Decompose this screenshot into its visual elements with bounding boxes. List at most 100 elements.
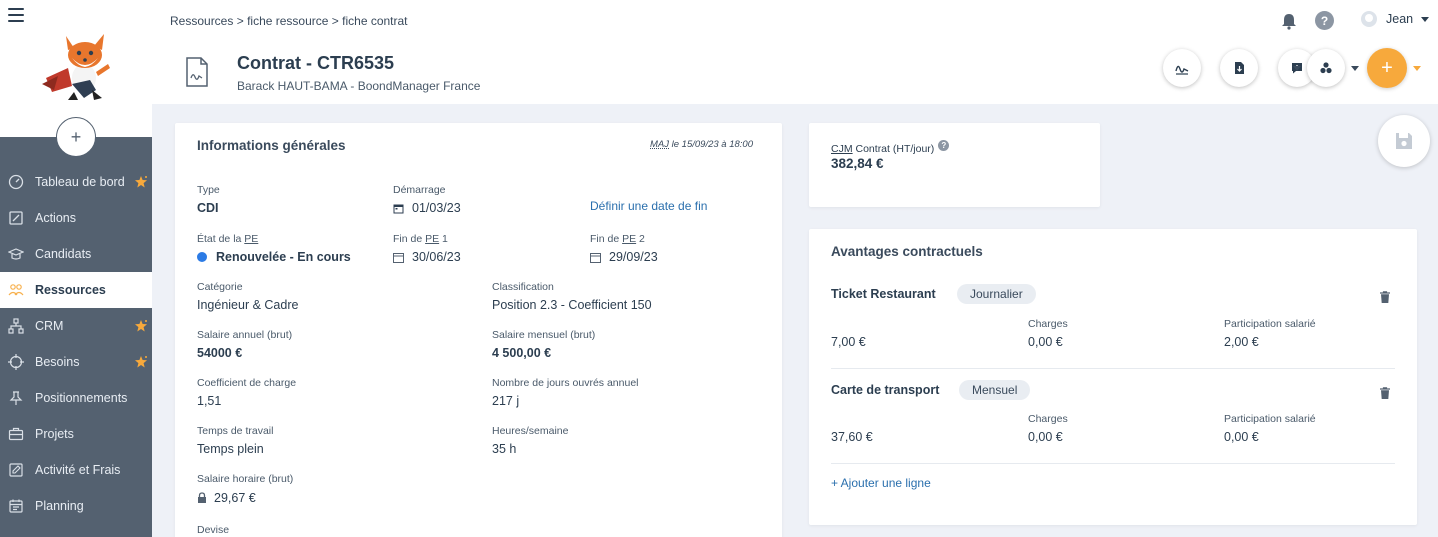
top-header: Ressources > fiche ressource > fiche con… <box>152 0 1438 104</box>
page-subtitle: Barack HAUT-BAMA - BoondManager France <box>237 79 481 93</box>
quick-add-button[interactable]: + <box>56 117 96 157</box>
calendar-icon <box>393 204 404 214</box>
add-line-link[interactable]: + Ajouter une ligne <box>831 476 931 490</box>
sidebar: + Tableau de bord Actions Candidats Ress… <box>0 0 152 537</box>
divider <box>831 368 1395 369</box>
pe2-end-label: Fin de PE 2 <box>590 233 645 245</box>
employee-share-label: Participation salarié <box>1224 413 1316 425</box>
last-update-text: MAJ le 15/09/23 à 18:00 <box>650 139 753 150</box>
calendar-icon <box>9 499 23 513</box>
sidebar-item-besoins[interactable]: Besoins <box>0 344 152 380</box>
general-info-card: Informations générales MAJ le 15/09/23 à… <box>175 123 782 537</box>
hourly-salary-label: Salaire horaire (brut) <box>197 473 294 485</box>
pdf-export-button[interactable] <box>1220 49 1258 87</box>
benefit-amount: 37,60 € <box>831 430 873 444</box>
page-title: Contrat - CTR6535 <box>237 53 395 73</box>
sidebar-item-label: CRM <box>35 319 64 333</box>
working-time-value: Temps plein <box>197 442 264 456</box>
set-end-date-link[interactable]: Définir une date de fin <box>590 199 707 213</box>
pe1-end-value: 30/06/23 <box>412 250 461 264</box>
pe1-end-label: Fin de PE 1 <box>393 233 448 245</box>
chevron-down-icon <box>1421 16 1430 22</box>
apps-button[interactable] <box>1307 49 1345 87</box>
working-time-label: Temps de travail <box>197 425 274 437</box>
annual-salary-value: 54000 € <box>197 346 243 360</box>
star-icon <box>135 320 147 332</box>
contract-benefits-card: Avantages contractuels Ticket Restaurant… <box>809 229 1417 525</box>
sidebar-item-label: Ressources <box>35 283 106 297</box>
employee-share-value: 2,00 € <box>1224 335 1259 349</box>
pe2-end-label-suffix: 2 <box>636 233 645 245</box>
sidebar-item-planning[interactable]: Planning <box>0 488 152 524</box>
breadcrumb-separator: > <box>331 14 339 28</box>
people-icon <box>8 284 24 296</box>
signature-icon <box>1175 65 1189 75</box>
breadcrumb: Ressources > fiche ressource > fiche con… <box>170 14 408 28</box>
pe2-end-field[interactable]: 29/09/23 <box>590 250 658 264</box>
divider <box>831 463 1395 464</box>
sidebar-item-projets[interactable]: Projets <box>0 416 152 452</box>
classification-value: Position 2.3 - Coefficient 150 <box>492 298 652 312</box>
benefit-amount: 7,00 € <box>831 335 866 349</box>
help-icon[interactable]: ? <box>938 140 950 151</box>
annual-salary-label: Salaire annuel (brut) <box>197 329 293 341</box>
pe-state-text: Renouvelée - En cours <box>216 250 351 264</box>
breadcrumb-ressources[interactable]: Ressources <box>170 14 233 28</box>
help-icon[interactable]: ? <box>1315 11 1334 30</box>
charges-value: 0,00 € <box>1028 430 1063 444</box>
sidebar-item-actions[interactable]: Actions <box>0 200 152 236</box>
pe1-end-field[interactable]: 30/06/23 <box>393 250 461 264</box>
sidebar-item-positionnements[interactable]: Positionnements <box>0 380 152 416</box>
file-download-icon <box>1235 62 1244 74</box>
bell-icon[interactable] <box>1280 12 1298 30</box>
benefit-period-badge: Mensuel <box>959 380 1031 400</box>
save-button[interactable] <box>1378 115 1430 167</box>
lock-icon <box>198 492 206 503</box>
classification-label: Classification <box>492 281 554 293</box>
pin-icon <box>9 391 23 405</box>
sidebar-item-crm[interactable]: CRM <box>0 308 152 344</box>
sidebar-nav: Tableau de bord Actions Candidats Ressou… <box>0 164 152 524</box>
cjm-value: 382,84 € <box>831 156 884 171</box>
fox-mascot-logo <box>42 34 110 100</box>
charge-coefficient-value: 1,51 <box>197 394 222 408</box>
working-days-label: Nombre de jours ouvrés annuel <box>492 377 639 389</box>
pe-abbr: PE <box>425 233 440 245</box>
add-dropdown-arrow[interactable] <box>1413 66 1421 71</box>
sidebar-item-tableau-de-bord[interactable]: Tableau de bord <box>0 164 152 200</box>
user-menu[interactable]: Jean <box>1361 11 1430 27</box>
trash-icon[interactable] <box>1380 291 1390 303</box>
breadcrumb-fiche-ressource[interactable]: fiche ressource <box>247 14 328 28</box>
sidebar-item-label: Actions <box>35 211 76 225</box>
maj-abbr: MAJ <box>650 139 669 150</box>
working-days-value: 217 j <box>492 394 520 408</box>
trash-icon[interactable] <box>1380 387 1390 399</box>
pe2-end-label-text: Fin de <box>590 233 623 245</box>
type-value: CDI <box>197 201 219 215</box>
hours-per-week-label: Heures/semaine <box>492 425 569 437</box>
pe1-end-label-text: Fin de <box>393 233 426 245</box>
start-date-field[interactable]: 01/03/23 <box>393 201 461 215</box>
apps-dropdown-arrow[interactable] <box>1351 66 1359 71</box>
sidebar-item-ressources[interactable]: Ressources <box>0 272 152 308</box>
add-button[interactable]: + <box>1367 48 1407 88</box>
benefits-title: Avantages contractuels <box>831 244 983 259</box>
edit-icon <box>9 463 23 477</box>
sidebar-item-candidats[interactable]: Candidats <box>0 236 152 272</box>
status-dot <box>197 252 207 262</box>
sidebar-item-label: Besoins <box>35 355 80 369</box>
comment-dropdown-arrow[interactable] <box>1293 66 1301 71</box>
sidebar-item-activite-et-frais[interactable]: Activité et Frais <box>0 452 152 488</box>
employee-share-value: 0,00 € <box>1224 430 1259 444</box>
type-label: Type <box>197 184 220 196</box>
benefit-name: Ticket Restaurant <box>831 287 936 301</box>
hamburger-menu-icon[interactable] <box>8 8 24 22</box>
signature-button[interactable] <box>1163 49 1201 87</box>
pe-state-label: État de la PE <box>197 233 258 245</box>
cjm-label-text: Contrat (HT/jour) <box>852 143 935 155</box>
hourly-salary-text: 29,67 € <box>214 491 256 505</box>
briefcase-icon <box>8 427 24 441</box>
charges-label: Charges <box>1028 413 1068 425</box>
pe1-end-label-suffix: 1 <box>439 233 448 245</box>
sidebar-item-label: Candidats <box>35 247 92 261</box>
